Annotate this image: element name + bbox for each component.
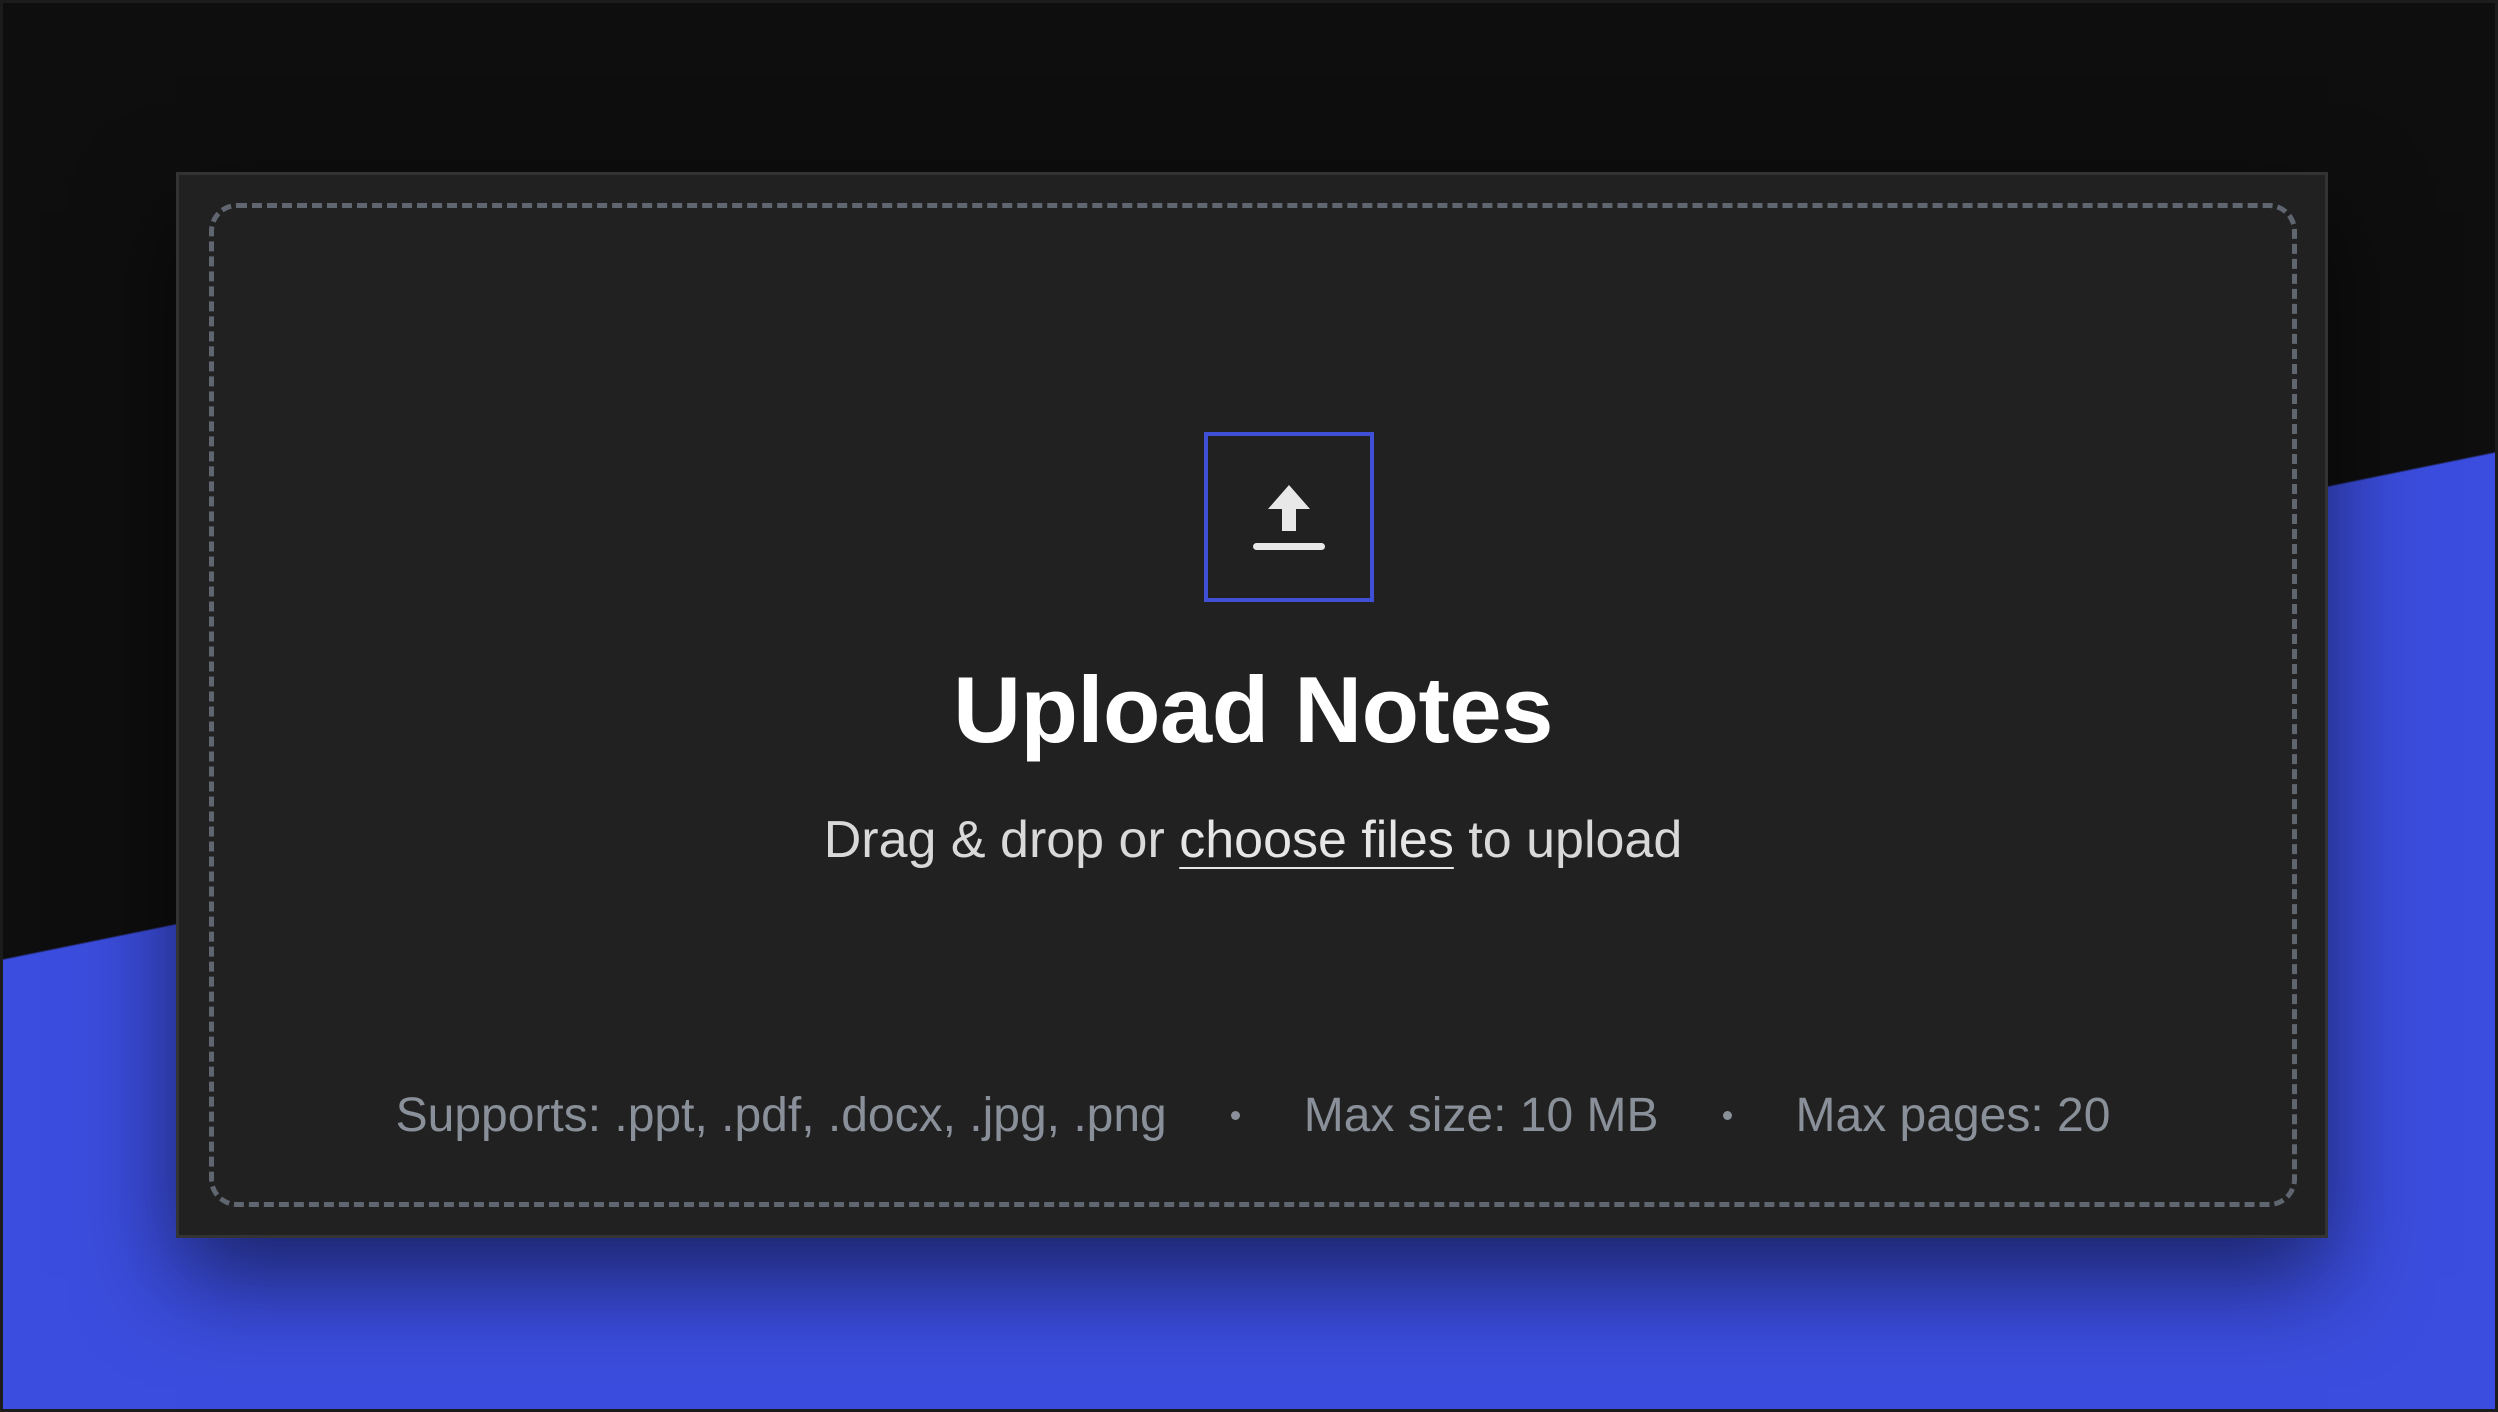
separator-dot bbox=[1230, 1111, 1240, 1120]
upload-card: Upload Notes Drag & drop or choose files… bbox=[176, 172, 2328, 1238]
max-pages: Max pages: 20 bbox=[1795, 1089, 2111, 1142]
upload-title: Upload Notes bbox=[953, 657, 1553, 762]
separator-dot bbox=[1722, 1111, 1732, 1120]
max-size: Max size: 10 MB bbox=[1303, 1089, 1659, 1142]
upload-instructions: Drag & drop or choose files to upload bbox=[214, 810, 2292, 870]
choose-files-link[interactable]: choose files bbox=[1179, 811, 1454, 869]
upload-constraints: Supports: .ppt, .pdf, .docx, .jpg, .png … bbox=[214, 1088, 2292, 1143]
upload-icon-button[interactable] bbox=[1204, 432, 1374, 602]
upload-icon bbox=[1253, 485, 1325, 550]
supported-formats: Supports: .ppt, .pdf, .docx, .jpg, .png bbox=[395, 1089, 1167, 1142]
file-dropzone[interactable]: Upload Notes Drag & drop or choose files… bbox=[209, 203, 2297, 1207]
instructions-prefix: Drag & drop or bbox=[823, 811, 1165, 869]
instructions-suffix: to upload bbox=[1468, 811, 1683, 869]
